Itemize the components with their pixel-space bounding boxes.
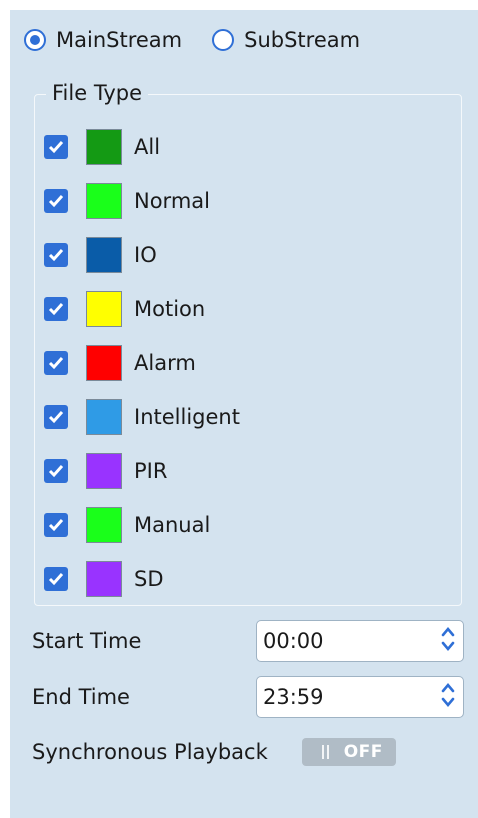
sync-playback-label: Synchronous Playback — [32, 740, 268, 764]
checkmark-icon — [48, 303, 64, 316]
toggle-grip-icon — [312, 741, 340, 763]
checkmark-icon — [48, 519, 64, 532]
start-time-row: Start Time 00:00 — [32, 620, 464, 662]
file-type-item-alarm[interactable]: Alarm — [44, 336, 240, 390]
intelligent-label: Intelligent — [134, 405, 240, 429]
sync-playback-toggle[interactable]: OFF — [301, 738, 396, 766]
mainstream-label: MainStream — [56, 28, 183, 52]
file-type-item-normal[interactable]: Normal — [44, 174, 240, 228]
motion-label: Motion — [134, 297, 206, 321]
checkmark-icon — [48, 573, 64, 586]
stream-selector: MainStream SubStream — [24, 26, 390, 54]
chevron-up-icon[interactable] — [441, 626, 455, 637]
file-type-item-sd[interactable]: SD — [44, 552, 240, 606]
start-time-spinner[interactable] — [441, 626, 455, 652]
manual-color-swatch — [86, 507, 122, 543]
motion-color-swatch — [86, 291, 122, 327]
substream-label: SubStream — [244, 28, 361, 52]
end-time-row: End Time 23:59 — [32, 676, 464, 718]
checkmark-icon — [48, 411, 64, 424]
file-type-item-manual[interactable]: Manual — [44, 498, 240, 552]
alarm-checkbox[interactable] — [44, 351, 68, 375]
file-type-item-intelligent[interactable]: Intelligent — [44, 390, 240, 444]
all-color-swatch — [86, 129, 122, 165]
intelligent-color-swatch — [86, 399, 122, 435]
file-type-item-motion[interactable]: Motion — [44, 282, 240, 336]
motion-checkbox[interactable] — [44, 297, 68, 321]
chevron-down-icon[interactable] — [441, 697, 455, 708]
file-type-item-io[interactable]: IO — [44, 228, 240, 282]
normal-label: Normal — [134, 189, 210, 213]
alarm-label: Alarm — [134, 351, 196, 375]
checkmark-icon — [48, 195, 64, 208]
sd-color-swatch — [86, 561, 122, 597]
normal-color-swatch — [86, 183, 122, 219]
intelligent-checkbox[interactable] — [44, 405, 68, 429]
chevron-down-icon[interactable] — [441, 641, 455, 652]
checkmark-icon — [48, 141, 64, 154]
pir-color-swatch — [86, 453, 122, 489]
checkmark-icon — [48, 465, 64, 478]
substream-radio-option[interactable]: SubStream — [212, 28, 360, 52]
io-checkbox[interactable] — [44, 243, 68, 267]
end-time-label: End Time — [32, 685, 130, 709]
substream-radio[interactable] — [212, 29, 235, 51]
start-time-value: 00:00 — [263, 629, 324, 653]
file-type-item-pir[interactable]: PIR — [44, 444, 240, 498]
mainstream-radio-option[interactable]: MainStream — [24, 28, 182, 52]
end-time-value: 23:59 — [263, 685, 324, 709]
sd-label: SD — [134, 567, 164, 591]
sync-playback-row: Synchronous Playback OFF — [32, 738, 396, 766]
chevron-up-icon[interactable] — [441, 682, 455, 693]
file-type-legend: File Type — [46, 80, 149, 106]
file-type-item-all[interactable]: All — [44, 120, 240, 174]
manual-label: Manual — [134, 513, 211, 537]
mainstream-radio[interactable] — [24, 29, 46, 51]
io-label: IO — [134, 243, 157, 267]
end-time-input[interactable]: 23:59 — [256, 676, 464, 718]
pir-checkbox[interactable] — [44, 459, 68, 483]
toggle-state-label: OFF — [343, 742, 383, 762]
pir-label: PIR — [134, 459, 168, 483]
io-color-swatch — [86, 237, 122, 273]
alarm-color-swatch — [86, 345, 122, 381]
all-checkbox[interactable] — [44, 135, 68, 159]
manual-checkbox[interactable] — [44, 513, 68, 537]
all-label: All — [134, 135, 161, 159]
sd-checkbox[interactable] — [44, 567, 68, 591]
start-time-input[interactable]: 00:00 — [256, 620, 464, 662]
start-time-label: Start Time — [32, 629, 142, 653]
checkmark-icon — [48, 249, 64, 262]
checkmark-icon — [48, 357, 64, 370]
normal-checkbox[interactable] — [44, 189, 68, 213]
end-time-spinner[interactable] — [441, 682, 455, 708]
file-type-list: All Normal IO Motion Alarm Intelligent P… — [44, 120, 240, 606]
